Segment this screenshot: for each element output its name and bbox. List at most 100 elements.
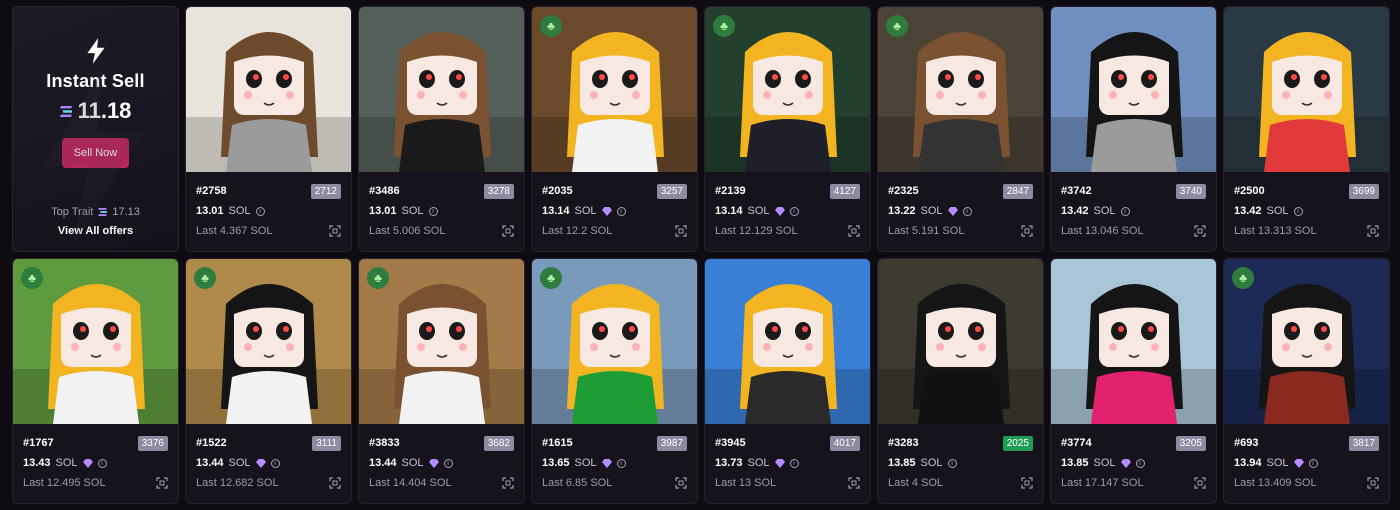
info-icon[interactable]: i (616, 206, 626, 216)
nft-card[interactable]: #3283 2025 13.85 SOL i Last 4 SOL (877, 258, 1044, 504)
nft-image[interactable]: ♣ (13, 259, 178, 424)
nft-price-row: 13.85 SOL i (1061, 457, 1206, 469)
info-icon[interactable]: i (255, 206, 265, 216)
nft-info: #2758 2712 13.01 SOL i Last 4.367 SOL (186, 172, 351, 237)
info-icon[interactable]: i (1135, 458, 1145, 468)
nft-image[interactable]: ♣ (532, 7, 697, 172)
info-icon[interactable]: i (962, 206, 972, 216)
nft-card[interactable]: ♣ #693 3817 13.94 SOL i Last 13.409 SOL (1223, 258, 1390, 504)
nft-price: 13.85 (1061, 457, 1089, 469)
nft-header-row: #3774 3205 (1061, 433, 1206, 453)
nft-last-row: Last 5.191 SOL (888, 225, 1033, 237)
nft-info: #2035 3257 13.14 SOL i Last 12.2 SOL (532, 172, 697, 237)
scan-icon[interactable] (1194, 225, 1206, 237)
nft-card[interactable]: #3486 3278 13.01 SOL i Last 5.006 SOL (358, 6, 525, 252)
nft-last-row: Last 4 SOL (888, 477, 1033, 489)
nft-price-unit: SOL (228, 205, 251, 217)
nft-card[interactable]: ♣ #2035 3257 13.14 SOL i Last 12.2 SOL (531, 6, 698, 252)
nft-card[interactable]: ♣ #2139 4127 13.14 SOL i Last 12.129 SOL (704, 6, 871, 252)
nft-number: #1522 (196, 437, 227, 449)
nft-image[interactable] (1051, 7, 1216, 172)
nft-card[interactable]: #2500 3699 13.42 SOL i Last 13.313 SOL (1223, 6, 1390, 252)
nft-card[interactable]: ♣ #1522 3111 13.44 SOL i Last 12.682 SOL (185, 258, 352, 504)
info-icon[interactable]: i (1120, 206, 1130, 216)
nft-last-row: Last 5.006 SOL (369, 225, 514, 237)
info-icon[interactable]: i (1308, 458, 1318, 468)
nft-last-row: Last 14.404 SOL (369, 477, 514, 489)
rank-badge: 3817 (1348, 435, 1379, 451)
info-icon[interactable]: i (789, 458, 799, 468)
info-icon[interactable]: i (97, 458, 107, 468)
nft-image[interactable] (705, 259, 870, 424)
nft-info: #2139 4127 13.14 SOL i Last 12.129 SOL (705, 172, 870, 237)
scan-icon[interactable] (848, 225, 860, 237)
scan-icon[interactable] (502, 225, 514, 237)
scan-icon[interactable] (1021, 225, 1033, 237)
scan-icon[interactable] (1021, 477, 1033, 489)
nft-price-unit: SOL (747, 457, 770, 469)
scan-icon[interactable] (675, 477, 687, 489)
nft-card[interactable]: ♣ #1615 3987 13.65 SOL i Last 6.85 SOL (531, 258, 698, 504)
nft-image[interactable] (1051, 259, 1216, 424)
nft-avatar-illustration (186, 7, 351, 172)
scan-icon[interactable] (156, 477, 168, 489)
nft-card[interactable]: #2758 2712 13.01 SOL i Last 4.367 SOL (185, 6, 352, 252)
last-sale: Last 5.006 SOL (369, 225, 446, 237)
scan-icon[interactable] (1367, 477, 1379, 489)
nft-number: #3774 (1061, 437, 1092, 449)
clover-icon: ♣ (540, 15, 562, 37)
nft-card[interactable]: #3945 4017 13.73 SOL i Last 13 SOL (704, 258, 871, 504)
info-icon[interactable]: i (443, 458, 453, 468)
nft-card[interactable]: ♣ #2325 2847 13.22 SOL i Last 5.191 SOL (877, 6, 1044, 252)
info-icon[interactable]: i (428, 206, 438, 216)
nft-last-row: Last 12.682 SOL (196, 477, 341, 489)
info-icon[interactable]: i (947, 458, 957, 468)
nft-card[interactable]: ♣ #3833 3682 13.44 SOL i Last 14.404 SOL (358, 258, 525, 504)
scan-icon[interactable] (329, 477, 341, 489)
nft-price: 13.14 (542, 205, 570, 217)
clover-icon: ♣ (367, 267, 389, 289)
nft-image[interactable] (359, 7, 524, 172)
nft-info: #3833 3682 13.44 SOL i Last 14.404 SOL (359, 424, 524, 489)
nft-image[interactable]: ♣ (1224, 259, 1389, 424)
nft-number: #3945 (715, 437, 746, 449)
nft-price-unit: SOL (228, 457, 251, 469)
diamond-icon (947, 206, 958, 216)
nft-image[interactable]: ♣ (359, 259, 524, 424)
scan-icon[interactable] (1367, 225, 1379, 237)
info-icon[interactable]: i (789, 206, 799, 216)
nft-image[interactable]: ♣ (705, 7, 870, 172)
nft-image[interactable]: ♣ (878, 7, 1043, 172)
info-icon[interactable]: i (1293, 206, 1303, 216)
clover-icon: ♣ (713, 15, 735, 37)
nft-image[interactable]: ♣ (532, 259, 697, 424)
nft-number: #2325 (888, 185, 919, 197)
info-icon[interactable]: i (616, 458, 626, 468)
scan-icon[interactable] (675, 225, 687, 237)
clover-icon: ♣ (540, 267, 562, 289)
nft-price-row: 13.01 SOL i (196, 205, 341, 217)
nft-image[interactable] (1224, 7, 1389, 172)
nft-header-row: #2325 2847 (888, 181, 1033, 201)
rank-badge: 3699 (1348, 183, 1379, 199)
nft-image[interactable] (878, 259, 1043, 424)
nft-avatar-illustration (1224, 7, 1389, 172)
nft-price: 13.14 (715, 205, 743, 217)
info-icon[interactable]: i (270, 458, 280, 468)
nft-avatar-illustration (359, 7, 524, 172)
nft-price: 13.94 (1234, 457, 1262, 469)
nft-number: #3833 (369, 437, 400, 449)
nft-card[interactable]: ♣ #1767 3376 13.43 SOL i Last 12.495 SOL (12, 258, 179, 504)
scan-icon[interactable] (329, 225, 341, 237)
nft-price-row: 13.65 SOL i (542, 457, 687, 469)
nft-header-row: #3742 3740 (1061, 181, 1206, 201)
scan-icon[interactable] (848, 477, 860, 489)
nft-price: 13.44 (369, 457, 397, 469)
scan-icon[interactable] (1194, 477, 1206, 489)
nft-image[interactable]: ♣ (186, 259, 351, 424)
nft-price-unit: SOL (574, 457, 597, 469)
nft-image[interactable] (186, 7, 351, 172)
scan-icon[interactable] (502, 477, 514, 489)
nft-card[interactable]: #3774 3205 13.85 SOL i Last 17.147 SOL (1050, 258, 1217, 504)
nft-card[interactable]: #3742 3740 13.42 SOL i Last 13.046 SOL (1050, 6, 1217, 252)
